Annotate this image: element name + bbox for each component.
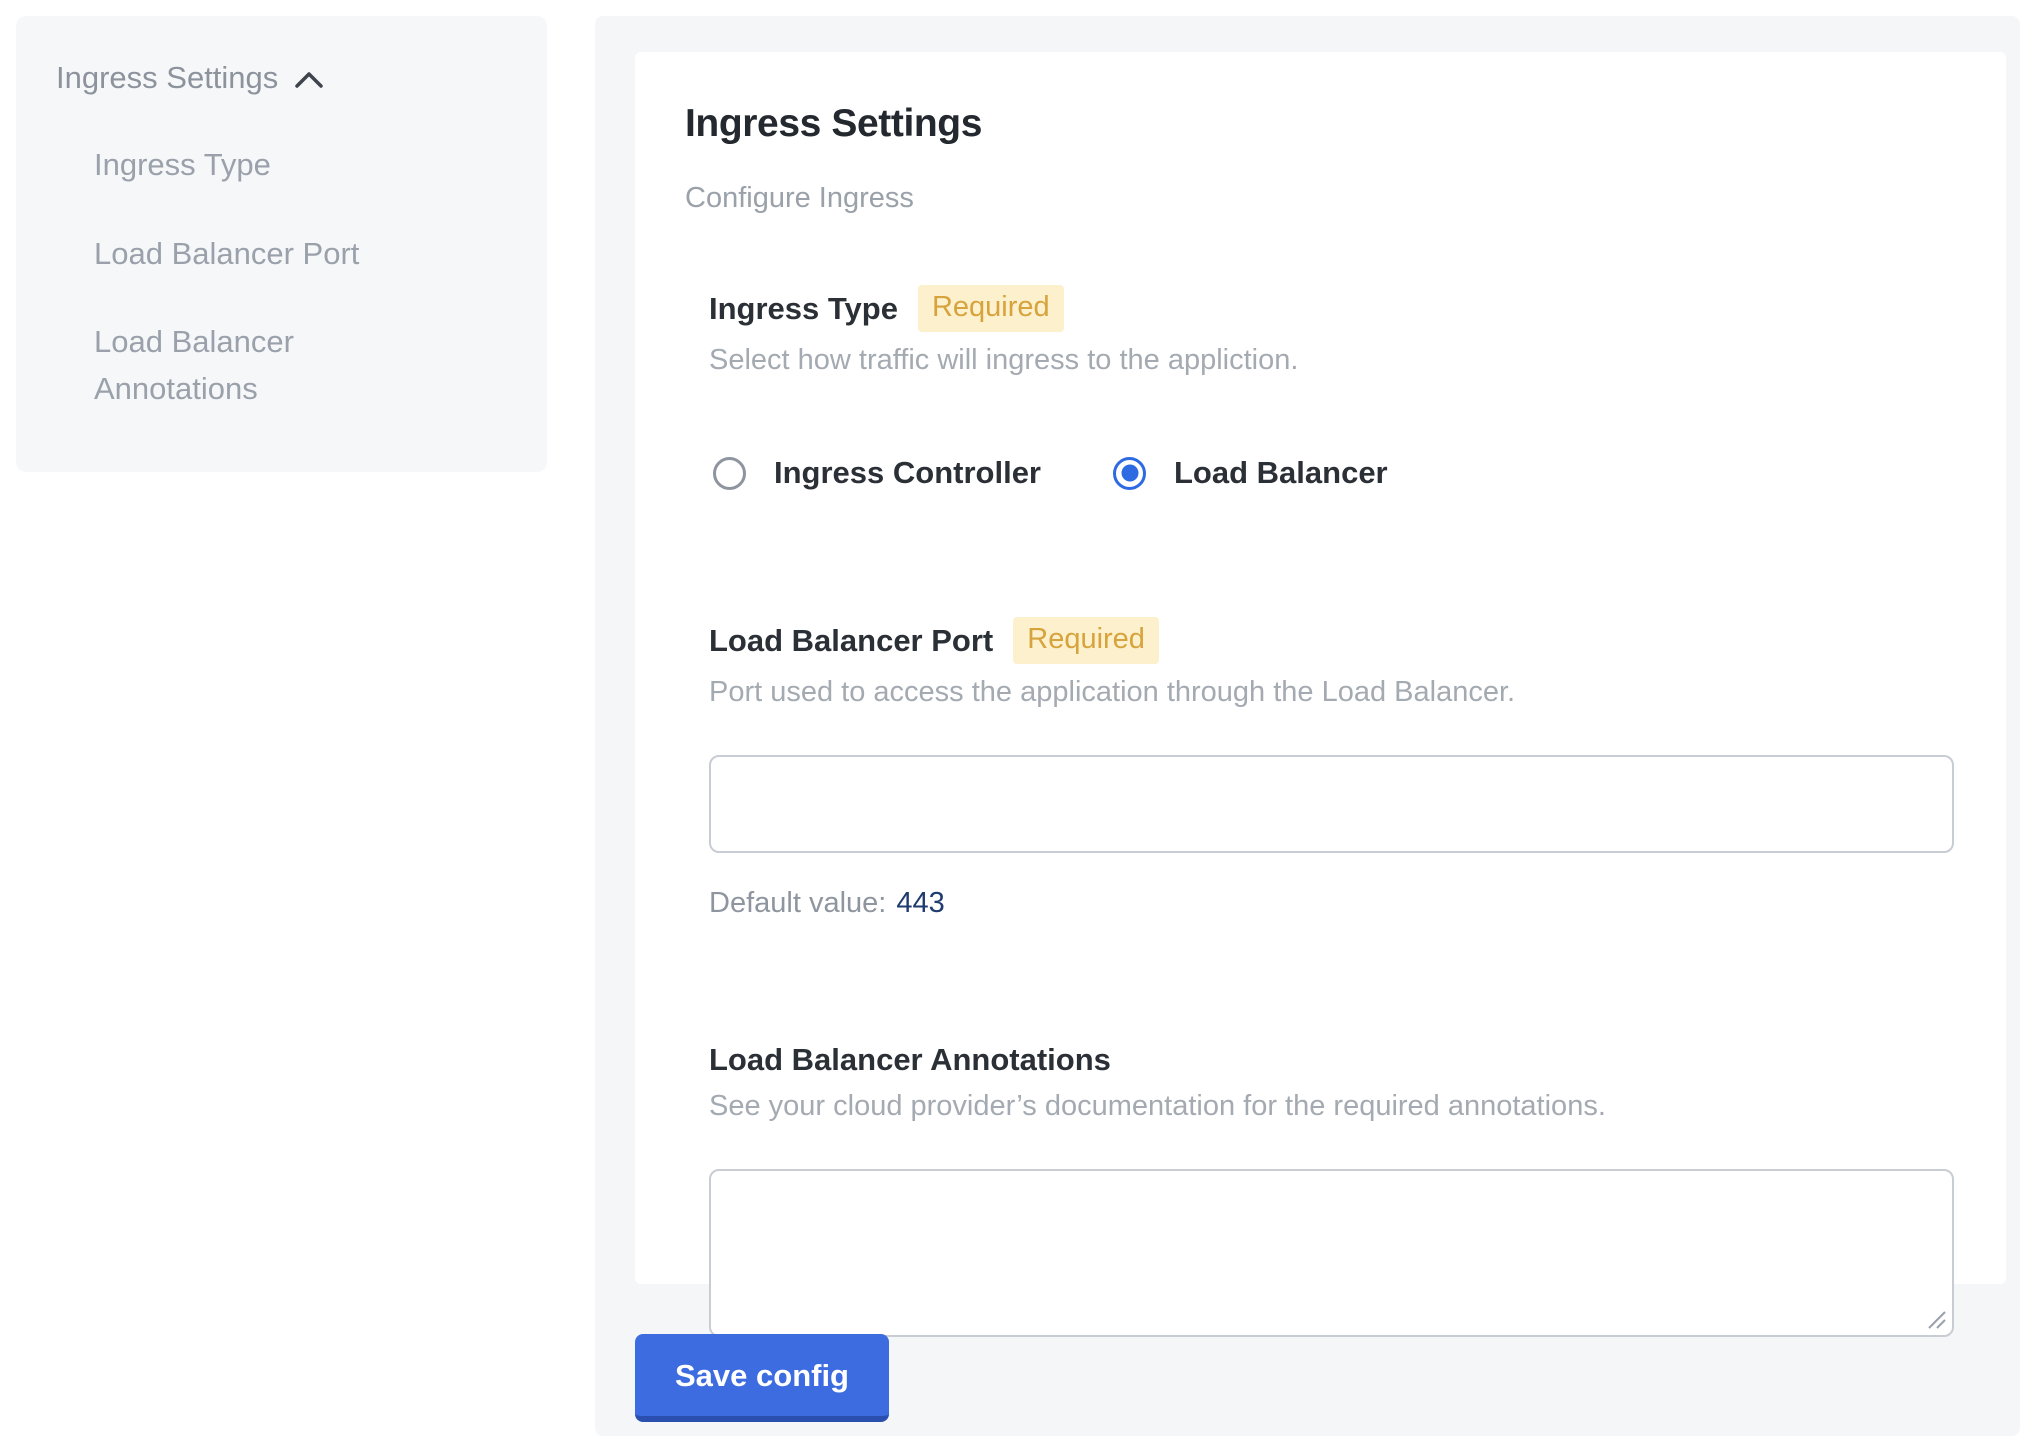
required-badge: Required [918, 285, 1064, 332]
ingress-type-title: Ingress Type [709, 291, 898, 327]
config-nav-sidebar: Ingress Settings Ingress Type Load Balan… [16, 16, 547, 472]
config-panel: Ingress Settings Configure Ingress Ingre… [595, 16, 2020, 1436]
radio-selected-icon [1113, 457, 1146, 490]
textarea-resize-handle[interactable] [1923, 1306, 1947, 1330]
save-config-button[interactable]: Save config [635, 1334, 889, 1422]
load-balancer-port-title: Load Balancer Port [709, 623, 993, 659]
load-balancer-annotations-textarea[interactable] [709, 1169, 1954, 1337]
ingress-type-radio-group: Ingress Controller Load Balancer [713, 455, 1954, 491]
default-value-line: Default value: 443 [709, 887, 1954, 920]
section-load-balancer-annotations: Load Balancer Annotations See your cloud… [709, 1042, 1954, 1337]
section-ingress-type: Ingress Type Required Select how traffic… [709, 285, 1954, 491]
default-value: 443 [896, 887, 944, 919]
sidebar-item-ingress-type[interactable]: Ingress Type [94, 142, 424, 189]
sidebar-item-load-balancer-annotations[interactable]: Load Balancer Annotations [94, 319, 424, 412]
load-balancer-annotations-description: See your cloud provider’s documentation … [709, 1090, 1954, 1123]
radio-label: Ingress Controller [774, 455, 1041, 491]
radio-option-ingress-controller[interactable]: Ingress Controller [713, 455, 1041, 491]
default-value-label: Default value: [709, 887, 886, 919]
chevron-up-icon [294, 70, 324, 90]
sidebar-group-ingress-settings[interactable]: Ingress Settings [56, 60, 509, 96]
radio-label: Load Balancer [1174, 455, 1388, 491]
section-load-balancer-port: Load Balancer Port Required Port used to… [709, 617, 1954, 920]
ingress-type-description: Select how traffic will ingress to the a… [709, 344, 1954, 377]
page-title: Ingress Settings [685, 102, 1954, 146]
page-subtitle: Configure Ingress [685, 182, 1954, 215]
radio-option-load-balancer[interactable]: Load Balancer [1113, 455, 1388, 491]
load-balancer-port-description: Port used to access the application thro… [709, 676, 1954, 709]
load-balancer-annotations-title: Load Balancer Annotations [709, 1042, 1111, 1078]
radio-unselected-icon [713, 457, 746, 490]
required-badge: Required [1013, 617, 1159, 664]
sidebar-item-list: Ingress Type Load Balancer Port Load Bal… [94, 142, 424, 412]
load-balancer-port-input[interactable] [709, 755, 1954, 853]
sidebar-item-load-balancer-port[interactable]: Load Balancer Port [94, 231, 424, 278]
ingress-settings-card: Ingress Settings Configure Ingress Ingre… [635, 52, 2006, 1284]
sidebar-group-label: Ingress Settings [56, 60, 278, 96]
